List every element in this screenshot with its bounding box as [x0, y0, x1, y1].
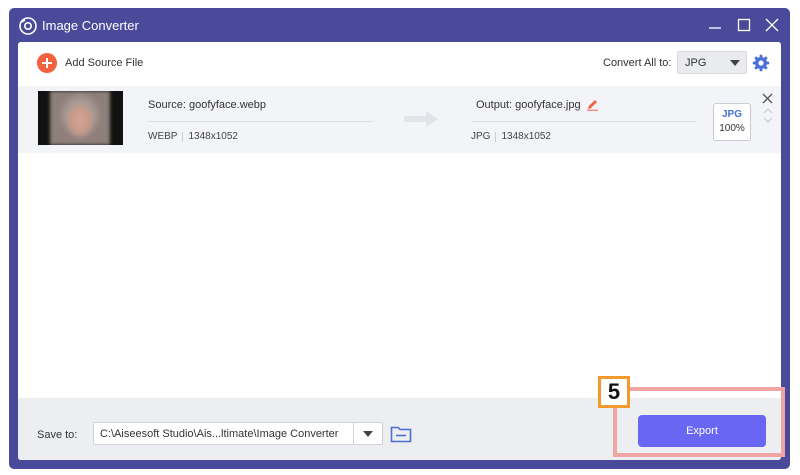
save-path-dropdown-button[interactable]: [353, 423, 382, 444]
close-window-button[interactable]: [763, 16, 781, 34]
add-source-file-label: Add Source File: [65, 57, 144, 69]
divider: [495, 131, 497, 142]
output-quality: 100%: [719, 123, 745, 134]
output-file-info: JPG 1348x1052: [471, 131, 551, 142]
output-format-badge: JPG: [721, 109, 742, 120]
title-bar: Image Converter: [9, 8, 790, 42]
window-title: Image Converter: [42, 18, 139, 33]
source-divider: [148, 121, 373, 122]
save-to-label: Save to:: [37, 429, 78, 441]
move-up-icon[interactable]: [763, 107, 773, 114]
maximize-button[interactable]: [735, 16, 753, 34]
add-source-file-button[interactable]: Add Source File: [37, 52, 143, 74]
gear-icon[interactable]: [752, 54, 770, 72]
pencil-icon[interactable]: [586, 98, 599, 111]
step-number-badge: 5: [598, 376, 630, 408]
output-format: JPG: [471, 131, 491, 142]
arrow-right-icon: [404, 111, 438, 127]
divider: [182, 131, 184, 142]
source-file-info: WEBP 1348x1052: [148, 131, 238, 142]
chevron-down-icon: [363, 431, 373, 437]
source-dimensions: 1348x1052: [188, 131, 238, 142]
convert-all-format-select[interactable]: JPG: [677, 51, 747, 74]
convert-all-format-value: JPG: [685, 57, 707, 69]
maximize-icon: [737, 18, 751, 32]
convert-all-label: Convert All to:: [603, 57, 672, 69]
output-file-name: Output: goofyface.jpg: [476, 99, 581, 111]
minimize-icon: [709, 27, 721, 29]
toolbar: Add Source File Convert All to: JPG: [18, 42, 781, 82]
move-down-icon[interactable]: [763, 117, 773, 124]
thumbnail-image: [50, 91, 110, 145]
output-format-button[interactable]: JPG 100%: [713, 103, 751, 141]
save-path-select[interactable]: C:\Aiseesoft Studio\Ais...ltimate\Image …: [93, 422, 383, 445]
plus-icon: [37, 53, 57, 73]
file-thumbnail: [38, 91, 123, 145]
folder-icon[interactable]: [390, 424, 412, 443]
app-logo-icon: [19, 17, 37, 35]
output-dimensions: 1348x1052: [501, 131, 551, 142]
minimize-button[interactable]: [706, 16, 724, 34]
remove-file-icon[interactable]: [762, 93, 773, 104]
source-file-name: Source: goofyface.webp: [148, 99, 267, 111]
close-icon: [765, 18, 779, 32]
highlight-annotation: [613, 387, 785, 457]
chevron-down-icon: [730, 60, 740, 66]
save-path-value: C:\Aiseesoft Studio\Ais...ltimate\Image …: [100, 428, 339, 440]
output-divider: [471, 121, 696, 122]
file-list-item[interactable]: Source: goofyface.webp WEBP 1348x1052 Ou…: [18, 86, 781, 153]
source-format: WEBP: [148, 131, 178, 142]
